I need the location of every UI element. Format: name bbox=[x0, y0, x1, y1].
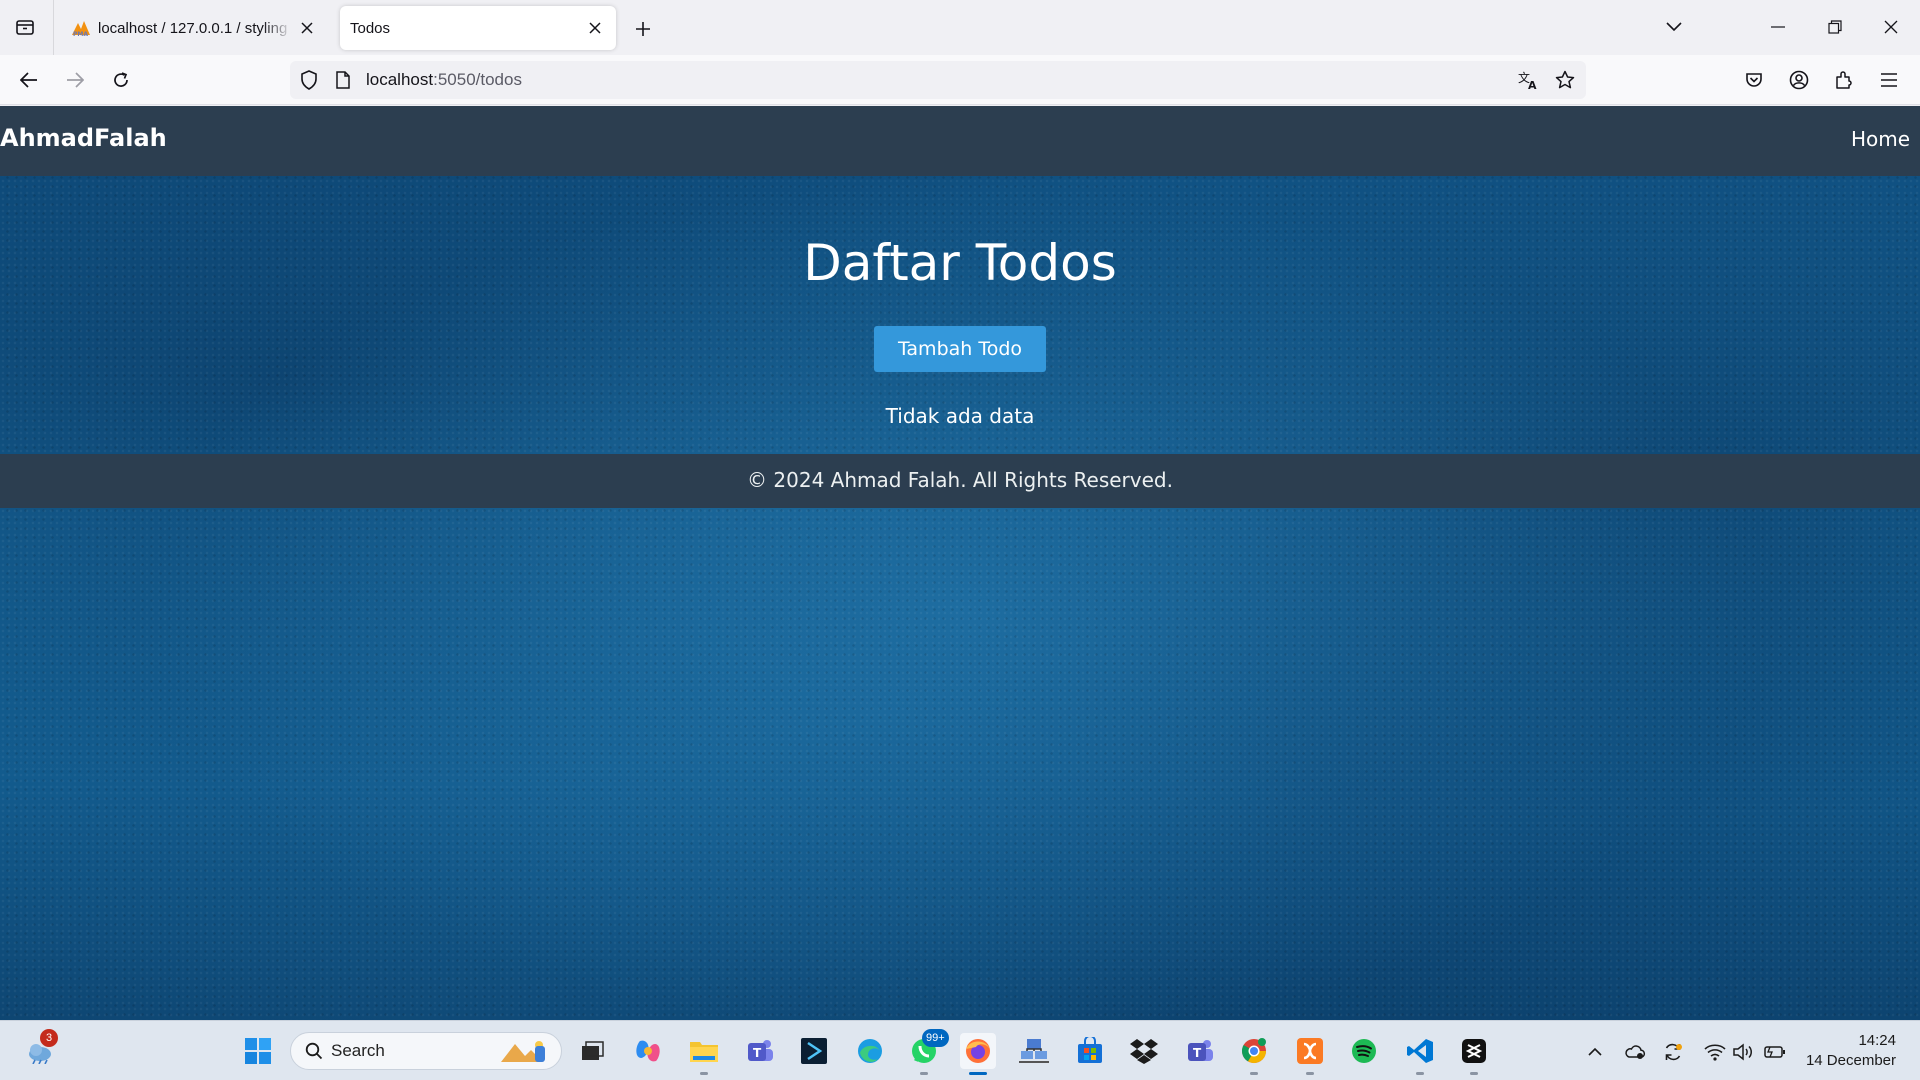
url-host: localhost bbox=[366, 70, 434, 89]
svg-text:T: T bbox=[753, 1046, 762, 1060]
footer-copyright: © 2024 Ahmad Falah. All Rights Reserved. bbox=[747, 468, 1173, 492]
search-highlight-icon bbox=[495, 1036, 553, 1066]
clock-time: 14:24 bbox=[1858, 1032, 1896, 1049]
whatsapp-icon[interactable]: 99+ bbox=[906, 1029, 949, 1075]
minimize-icon[interactable] bbox=[1758, 10, 1798, 44]
running-indicator bbox=[700, 1072, 708, 1075]
running-indicator bbox=[969, 1072, 987, 1075]
running-indicator bbox=[920, 1072, 928, 1075]
site-navbar: AhmadFalah Home bbox=[0, 106, 1920, 176]
svg-text:A: A bbox=[1528, 79, 1537, 90]
volume-icon[interactable] bbox=[1732, 1041, 1754, 1063]
restore-icon[interactable] bbox=[1815, 10, 1855, 44]
running-indicator bbox=[1470, 1072, 1478, 1075]
chrome-icon[interactable] bbox=[1236, 1033, 1272, 1075]
dropbox-icon[interactable] bbox=[1126, 1033, 1162, 1069]
account-icon[interactable] bbox=[1782, 63, 1816, 97]
whatsapp-badge: 99+ bbox=[922, 1029, 949, 1047]
brand-logo[interactable]: AhmadFalah bbox=[0, 124, 167, 152]
svg-text:T: T bbox=[1193, 1046, 1202, 1060]
svg-text:PMA: PMA bbox=[73, 31, 88, 37]
task-view-icon[interactable] bbox=[574, 1033, 610, 1069]
tab-todos[interactable]: Todos bbox=[340, 6, 616, 50]
bookmark-star-icon[interactable] bbox=[1552, 67, 1578, 93]
reload-icon[interactable] bbox=[104, 63, 138, 97]
close-tab-icon[interactable] bbox=[296, 17, 318, 39]
capcut-icon[interactable] bbox=[1456, 1033, 1492, 1075]
phpmyadmin-icon: PMA bbox=[70, 18, 92, 38]
back-icon[interactable] bbox=[12, 63, 46, 97]
firefox-icon[interactable] bbox=[960, 1033, 996, 1075]
browser-toolbar: localhost:5050/todos 文A bbox=[0, 55, 1920, 105]
page-icon[interactable] bbox=[330, 67, 356, 93]
url-path: :5050/todos bbox=[433, 70, 522, 89]
pocket-icon[interactable] bbox=[1737, 63, 1771, 97]
new-tab-icon[interactable] bbox=[628, 14, 658, 44]
site-footer: © 2024 Ahmad Falah. All Rights Reserved. bbox=[0, 454, 1920, 508]
search-icon bbox=[305, 1042, 323, 1060]
close-window-icon[interactable] bbox=[1871, 10, 1911, 44]
close-tab-icon[interactable] bbox=[584, 17, 606, 39]
sync-icon[interactable] bbox=[1662, 1041, 1684, 1063]
wifi-icon[interactable] bbox=[1704, 1041, 1726, 1063]
spotify-icon[interactable] bbox=[1346, 1033, 1382, 1069]
teams-work-icon[interactable]: T bbox=[1182, 1033, 1218, 1069]
copilot-icon[interactable] bbox=[630, 1033, 666, 1069]
address-bar[interactable]: localhost:5050/todos 文A bbox=[290, 61, 1586, 99]
taskbar: 3 Search T 99+ T 14:24 14 December bbox=[0, 1020, 1920, 1080]
shield-icon[interactable] bbox=[296, 67, 322, 93]
empty-state-message: Tidak ada data bbox=[885, 404, 1035, 428]
extensions-icon[interactable] bbox=[1827, 63, 1861, 97]
add-todo-button[interactable]: Tambah Todo bbox=[874, 326, 1046, 372]
edge-icon[interactable] bbox=[852, 1033, 888, 1069]
start-icon[interactable] bbox=[240, 1033, 276, 1069]
page-title: Daftar Todos bbox=[803, 234, 1117, 292]
battery-icon[interactable] bbox=[1764, 1041, 1786, 1063]
list-all-tabs-icon[interactable] bbox=[1654, 10, 1694, 44]
tab-separator bbox=[53, 0, 54, 55]
tab-title: Todos bbox=[350, 19, 391, 37]
taskbar-search[interactable]: Search bbox=[290, 1032, 562, 1070]
chevron-up-icon[interactable] bbox=[1584, 1041, 1606, 1063]
code-editor-icon[interactable] bbox=[796, 1033, 832, 1069]
nav-home-link[interactable]: Home bbox=[1851, 127, 1910, 151]
teams-icon[interactable]: T bbox=[742, 1033, 778, 1069]
url-text: localhost:5050/todos bbox=[366, 70, 522, 90]
tab-title: localhost / 127.0.0.1 / styling / todos bbox=[98, 19, 292, 37]
clock-date: 14 December bbox=[1805, 1052, 1896, 1069]
file-explorer-icon[interactable] bbox=[686, 1033, 722, 1075]
menu-icon[interactable] bbox=[1872, 63, 1906, 97]
vscode-icon[interactable] bbox=[1402, 1033, 1438, 1075]
translate-icon[interactable]: 文A bbox=[1516, 67, 1542, 93]
taskbar-clock[interactable]: 14:24 14 December bbox=[1806, 1031, 1896, 1071]
running-indicator bbox=[1250, 1072, 1258, 1075]
weather-widget-icon[interactable]: 3 bbox=[22, 1029, 58, 1069]
store-icon[interactable] bbox=[1072, 1033, 1108, 1069]
running-indicator bbox=[1306, 1072, 1314, 1075]
tab-phpmyadmin[interactable]: PMA localhost / 127.0.0.1 / styling / to… bbox=[60, 6, 328, 50]
tab-list-icon[interactable] bbox=[8, 10, 42, 44]
search-label: Search bbox=[331, 1041, 385, 1060]
network-tool-icon[interactable] bbox=[1016, 1033, 1052, 1069]
forward-icon[interactable] bbox=[58, 63, 92, 97]
onedrive-icon[interactable] bbox=[1624, 1041, 1646, 1063]
page-viewport: AhmadFalah Home Daftar Todos Tambah Todo… bbox=[0, 106, 1920, 1020]
browser-tab-bar: PMA localhost / 127.0.0.1 / styling / to… bbox=[0, 0, 1920, 55]
widgets-badge: 3 bbox=[40, 1029, 58, 1047]
xampp-icon[interactable] bbox=[1292, 1033, 1328, 1075]
running-indicator bbox=[1416, 1072, 1424, 1075]
